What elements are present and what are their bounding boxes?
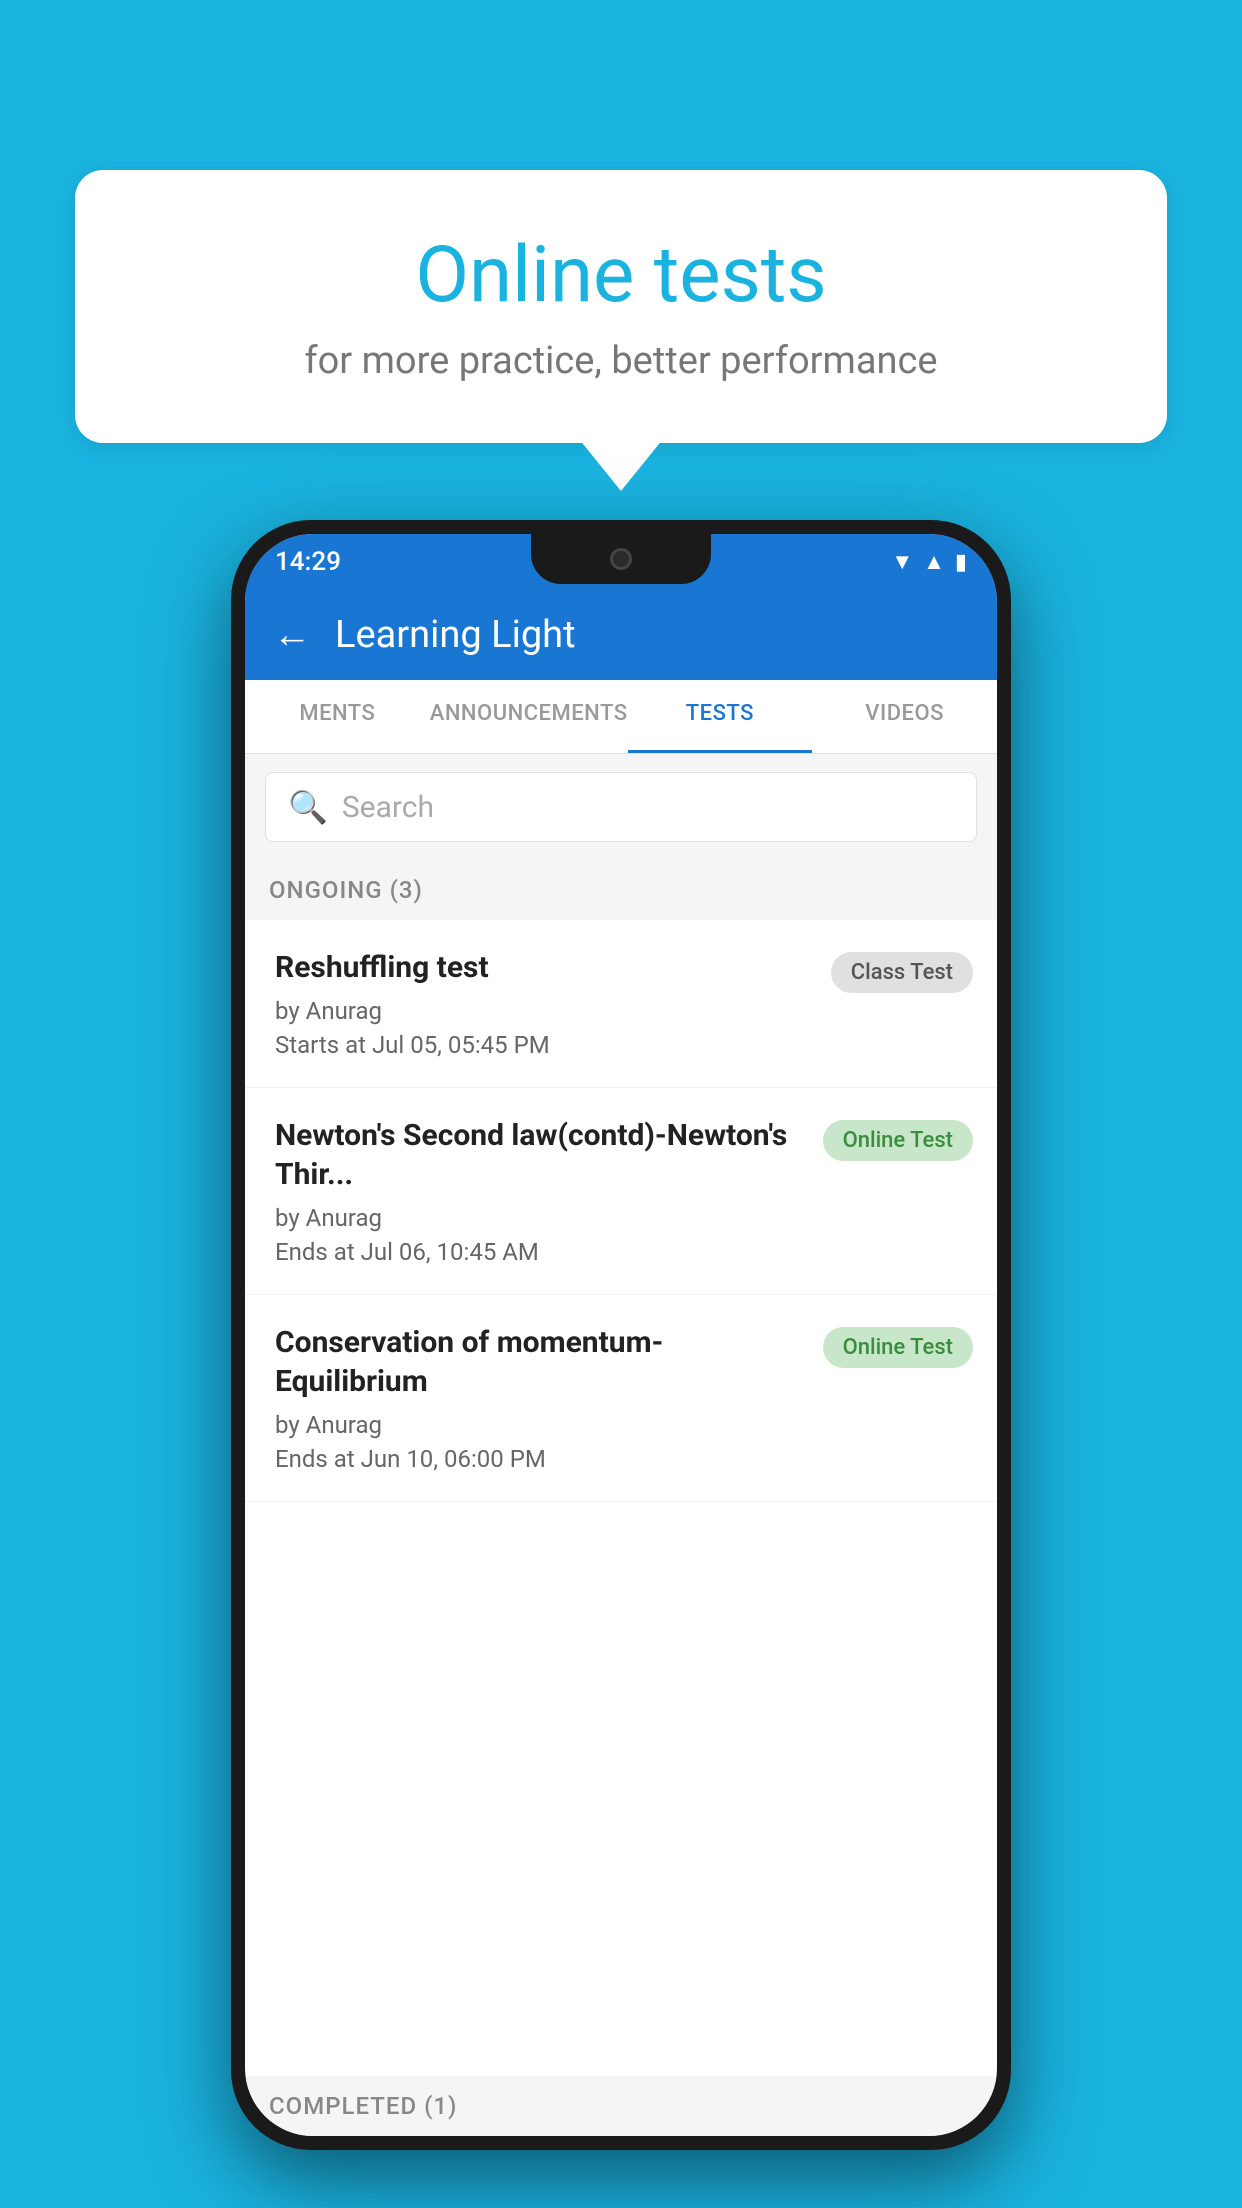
screen-content: 14:29 ▼ ▲ ▮ ← Learning Light MENTS [245,534,997,2136]
tab-tests[interactable]: TESTS [628,680,813,753]
battery-icon: ▮ [955,550,967,575]
search-icon: 🔍 [288,788,328,826]
tests-list: Reshuffling test by Anurag Starts at Jul… [245,920,997,1502]
test-badge-2: Online Test [823,1120,973,1161]
search-container: 🔍 Search [245,754,997,860]
test-badge-3: Online Test [823,1327,973,1368]
signal-icon: ▲ [923,549,945,575]
test-by-1: by Anurag [275,997,811,1025]
app-title: Learning Light [335,613,576,657]
phone-notch [531,534,711,584]
tabs-bar: MENTS ANNOUNCEMENTS TESTS VIDEOS [245,680,997,754]
phone-device: 14:29 ▼ ▲ ▮ ← Learning Light MENTS [231,520,1011,2150]
tab-announcements[interactable]: ANNOUNCEMENTS [430,680,628,753]
test-by-3: by Anurag [275,1411,803,1439]
test-time-3: Ends at Jun 10, 06:00 PM [275,1445,803,1473]
test-name-3: Conservation of momentum-Equilibrium [275,1323,803,1401]
completed-section-title: COMPLETED (1) [269,2092,457,2120]
back-button[interactable]: ← [273,613,311,657]
test-badge-1: Class Test [831,952,973,993]
status-time: 14:29 [275,547,341,577]
test-item-newton[interactable]: Newton's Second law(contd)-Newton's Thir… [245,1088,997,1295]
front-camera [610,548,632,570]
test-by-2: by Anurag [275,1204,803,1232]
bubble-title: Online tests [155,230,1087,321]
test-name-2: Newton's Second law(contd)-Newton's Thir… [275,1116,803,1194]
phone-outer-frame: 14:29 ▼ ▲ ▮ ← Learning Light MENTS [231,520,1011,2150]
ongoing-section-header: ONGOING (3) [245,860,997,920]
phone-screen: 14:29 ▼ ▲ ▮ ← Learning Light MENTS [245,534,997,2136]
tab-videos[interactable]: VIDEOS [812,680,997,753]
test-info-3: Conservation of momentum-Equilibrium by … [275,1323,823,1473]
test-info-1: Reshuffling test by Anurag Starts at Jul… [275,948,831,1059]
tab-ments[interactable]: MENTS [245,680,430,753]
test-name-1: Reshuffling test [275,948,811,987]
bubble-subtitle: for more practice, better performance [155,339,1087,383]
speech-bubble: Online tests for more practice, better p… [75,170,1167,443]
search-input[interactable]: Search [342,790,434,825]
test-item-reshuffling[interactable]: Reshuffling test by Anurag Starts at Jul… [245,920,997,1088]
app-header: ← Learning Light [245,590,997,680]
status-icons: ▼ ▲ ▮ [891,549,967,575]
test-item-conservation[interactable]: Conservation of momentum-Equilibrium by … [245,1295,997,1502]
wifi-icon: ▼ [891,549,913,575]
test-time-2: Ends at Jul 06, 10:45 AM [275,1238,803,1266]
ongoing-section-title: ONGOING (3) [269,876,423,904]
test-info-2: Newton's Second law(contd)-Newton's Thir… [275,1116,823,1266]
search-box[interactable]: 🔍 Search [265,772,977,842]
completed-section-header: COMPLETED (1) [245,2076,997,2136]
test-time-1: Starts at Jul 05, 05:45 PM [275,1031,811,1059]
